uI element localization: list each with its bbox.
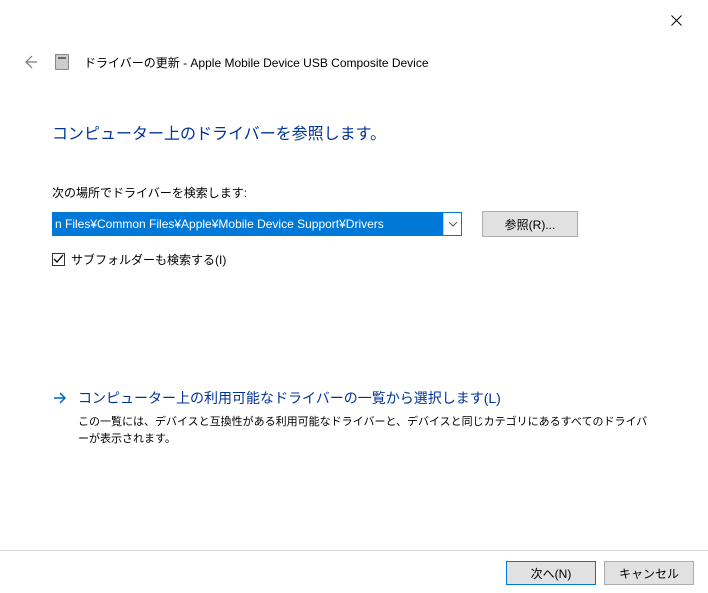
path-row: n Files¥Common Files¥Apple¥Mobile Device…: [52, 211, 656, 237]
window-title: ドライバーの更新 - Apple Mobile Device USB Compo…: [84, 54, 429, 71]
subfolder-checkbox[interactable]: [52, 253, 65, 266]
subfolder-checkbox-row: サブフォルダーも検索する(I): [52, 251, 656, 268]
cancel-button[interactable]: キャンセル: [604, 561, 694, 585]
path-value[interactable]: n Files¥Common Files¥Apple¥Mobile Device…: [53, 213, 443, 235]
device-icon: [52, 52, 72, 72]
arrow-right-icon: [52, 390, 68, 409]
cancel-button-label: キャンセル: [619, 565, 679, 582]
browse-button-label: 参照(R)...: [505, 216, 556, 233]
pick-from-list-section: コンピューター上の利用可能なドライバーの一覧から選択します(L) この一覧には、…: [52, 388, 656, 447]
footer: 次へ(N) キャンセル: [0, 550, 708, 585]
titlebar: [0, 0, 708, 40]
next-button[interactable]: 次へ(N): [506, 561, 596, 585]
content-area: コンピューター上のドライバーを参照します。 次の場所でドライバーを検索します: …: [0, 72, 708, 447]
page-heading: コンピューター上のドライバーを参照します。: [52, 120, 656, 144]
dropdown-arrow-icon[interactable]: [443, 213, 461, 235]
path-combobox[interactable]: n Files¥Common Files¥Apple¥Mobile Device…: [52, 212, 462, 236]
close-button[interactable]: [660, 8, 692, 32]
back-button[interactable]: [20, 52, 40, 72]
pick-from-list-content: コンピューター上の利用可能なドライバーの一覧から選択します(L) この一覧には、…: [78, 388, 656, 447]
header: ドライバーの更新 - Apple Mobile Device USB Compo…: [0, 40, 708, 72]
browse-button[interactable]: 参照(R)...: [482, 211, 578, 237]
next-button-label: 次へ(N): [531, 565, 572, 582]
search-location-label: 次の場所でドライバーを検索します:: [52, 184, 656, 201]
pick-from-list-description: この一覧には、デバイスと互換性がある利用可能なドライバーと、デバイスと同じカテゴ…: [78, 414, 656, 447]
pick-from-list-link[interactable]: コンピューター上の利用可能なドライバーの一覧から選択します(L): [78, 388, 656, 408]
subfolder-checkbox-label[interactable]: サブフォルダーも検索する(I): [71, 251, 226, 268]
